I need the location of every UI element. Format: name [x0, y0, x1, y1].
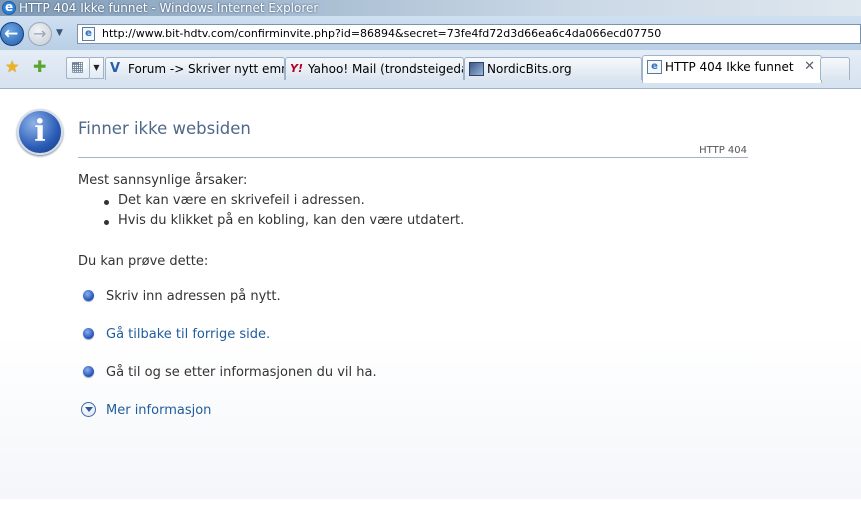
tab-label: Yahoo! Mail (trondsteigedal) — [308, 62, 464, 76]
new-tab-button[interactable] — [820, 57, 850, 80]
tab-yahoo-mail[interactable]: Y! Yahoo! Mail (trondsteigedal) — [285, 57, 464, 80]
nordicbits-favicon-icon — [469, 62, 484, 76]
tab-label: Forum -> Skriver nytt emn... — [128, 62, 285, 76]
tab-nordicbits[interactable]: NordicBits.org — [464, 57, 642, 80]
tab-forum[interactable]: V Forum -> Skriver nytt emn... — [105, 57, 285, 80]
tab-bar: ★ ✚ ▼ V Forum -> Skriver nytt emn... Y! … — [0, 50, 861, 89]
heading-divider — [78, 157, 748, 158]
favorites-star-icon[interactable]: ★ — [5, 59, 21, 75]
suggestion-go-to-site: Gå til og se etter informasjonen du vil … — [106, 365, 377, 380]
go-back-link[interactable]: Gå tilbake til forrige side. — [106, 327, 270, 342]
forward-button[interactable] — [28, 22, 52, 46]
internet-explorer-icon — [2, 0, 16, 15]
yahoo-favicon-icon: Y! — [290, 62, 303, 75]
recent-pages-dropdown[interactable]: ▼ — [56, 28, 63, 38]
bullet-icon — [83, 290, 94, 301]
back-button[interactable] — [0, 22, 24, 46]
tab-http-404[interactable]: e HTTP 404 Ikke funnet ✕ — [642, 55, 822, 83]
cause-item: Hvis du klikket på en kobling, kan den v… — [103, 213, 465, 228]
add-favorites-icon[interactable]: ✚ — [33, 58, 51, 76]
tab-list-dropdown[interactable]: ▼ — [90, 57, 104, 79]
suggestion-retype-address: Skriv inn adressen på nytt. — [106, 289, 281, 304]
info-icon — [17, 109, 63, 155]
causes-title: Mest sannsynlige årsaker: — [78, 173, 248, 188]
page-content: Finner ikke websiden HTTP 404 Mest sanns… — [0, 89, 861, 499]
quick-tabs-button[interactable] — [66, 57, 90, 79]
page-title: Finner ikke websiden — [78, 119, 251, 138]
tab-label: HTTP 404 Ikke funnet — [665, 60, 794, 74]
forum-favicon-icon: V — [110, 61, 121, 76]
page-icon: e — [82, 27, 95, 41]
bullet-icon — [83, 328, 94, 339]
navigation-bar: ▼ e http://www.bit-hdtv.com/confirminvit… — [0, 16, 861, 50]
bullet-icon — [83, 366, 94, 377]
bottom-area — [0, 499, 861, 525]
http-status-code: HTTP 404 — [699, 145, 747, 156]
window-title-bar: HTTP 404 Ikke funnet - Windows Internet … — [0, 0, 861, 16]
tab-label: NordicBits.org — [487, 62, 572, 76]
expand-more-info-icon[interactable] — [81, 402, 96, 417]
close-tab-icon[interactable]: ✕ — [804, 56, 815, 78]
ie-page-icon: e — [647, 60, 662, 74]
address-bar[interactable]: e http://www.bit-hdtv.com/confirminvite.… — [77, 24, 861, 44]
address-url[interactable]: http://www.bit-hdtv.com/confirminvite.ph… — [102, 25, 661, 43]
cause-item: Det kan være en skrivefeil i adressen. — [104, 193, 365, 208]
more-info-link[interactable]: Mer informasjon — [106, 403, 211, 418]
window-title: HTTP 404 Ikke funnet - Windows Internet … — [19, 1, 319, 15]
try-title: Du kan prøve dette: — [78, 254, 209, 269]
